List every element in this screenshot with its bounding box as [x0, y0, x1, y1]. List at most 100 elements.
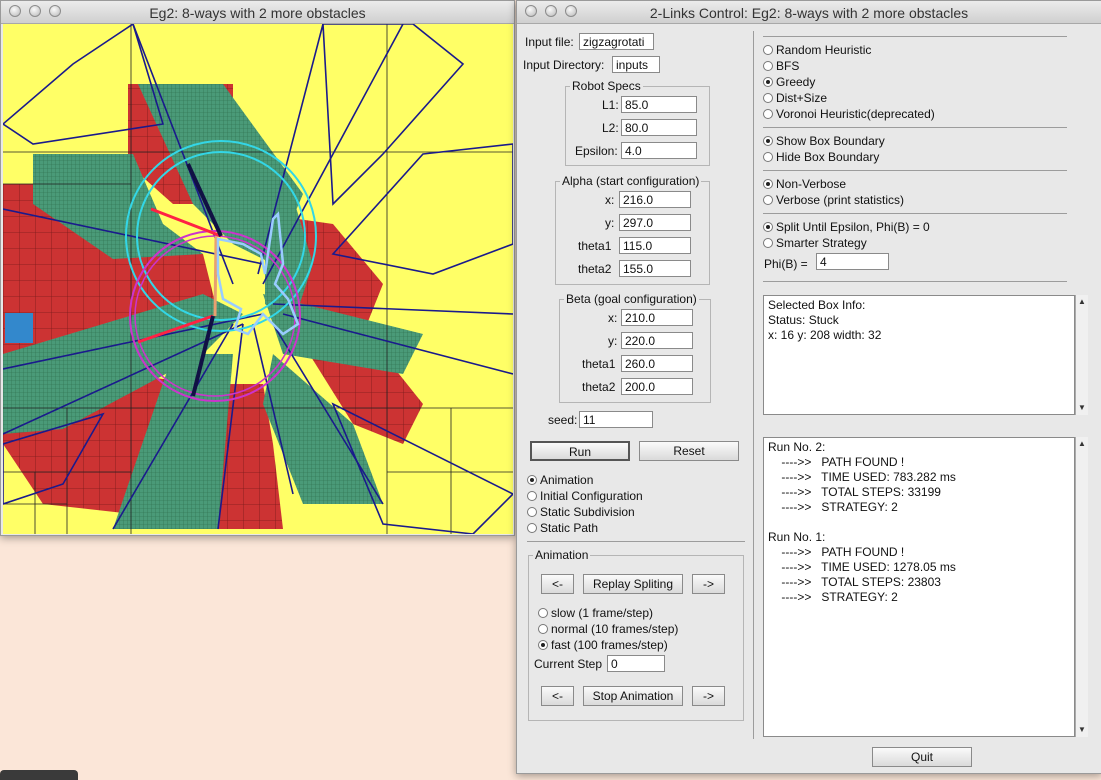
beta-theta1-label: theta1: [582, 357, 616, 371]
run-log-scrollbar[interactable]: ▲ ▼: [1075, 437, 1088, 737]
beta-y-label: y:: [608, 334, 618, 348]
radio-icon: [527, 523, 537, 533]
subdivision-titlebar: Eg2: 8-ways with 2 more obstacles: [1, 1, 514, 24]
radio-label: Static Subdivision: [540, 505, 635, 519]
radio-icon: [763, 238, 773, 248]
control-window: 2-Links Control: Eg2: 8-ways with 2 more…: [516, 0, 1101, 774]
column-divider: [753, 31, 754, 739]
stop-animation-button[interactable]: Stop Animation: [583, 686, 683, 706]
l2-label: L2:: [602, 121, 619, 135]
replay-splitting-button[interactable]: Replay Spliting: [583, 574, 683, 594]
input-dir-label: Input Directory:: [523, 58, 605, 72]
beta-theta2-field[interactable]: 200.0: [621, 378, 693, 395]
radio-label: fast (100 frames/step): [551, 638, 668, 652]
robot-specs-title: Robot Specs: [570, 79, 643, 93]
beta-theta1-field[interactable]: 260.0: [621, 355, 693, 372]
radio-selected-icon: [527, 475, 537, 485]
radio-icon: [527, 507, 537, 517]
radio-label: Voronoi Heuristic(deprecated): [776, 107, 935, 121]
epsilon-label: Epsilon:: [575, 144, 618, 158]
radio-icon: [538, 608, 548, 618]
beta-x-label: x:: [608, 311, 618, 325]
radio-icon: [763, 152, 773, 162]
divider: [763, 170, 1067, 171]
alpha-theta2-field[interactable]: 155.0: [619, 260, 691, 277]
l1-field[interactable]: 85.0: [621, 96, 697, 113]
alpha-theta1-label: theta1: [578, 239, 612, 253]
radio-label: Dist+Size: [776, 91, 828, 105]
subdivision-canvas[interactable]: [1, 22, 515, 535]
beta-theta2-label: theta2: [582, 380, 616, 394]
replay-prev-button[interactable]: <-: [541, 574, 574, 594]
radio-icon: [527, 491, 537, 501]
beta-x-field[interactable]: 210.0: [621, 309, 693, 326]
epsilon-field[interactable]: 4.0: [621, 142, 697, 159]
l1-label: L1:: [602, 98, 619, 112]
dock-edge: [0, 770, 78, 780]
animation-next-button[interactable]: ->: [692, 686, 725, 706]
seed-field[interactable]: 11: [579, 411, 653, 428]
box-info-scrollbar[interactable]: ▲ ▼: [1075, 295, 1088, 415]
subdivision-drawing: [1, 22, 515, 535]
box-info-textarea[interactable]: Selected Box Info: Status: Stuck x: 16 y…: [763, 295, 1075, 415]
animation-prev-button[interactable]: <-: [541, 686, 574, 706]
radio-selected-icon: [538, 640, 548, 650]
radio-label: Smarter Strategy: [776, 236, 867, 250]
l2-field[interactable]: 80.0: [621, 119, 697, 136]
alpha-x-label: x:: [605, 193, 615, 207]
phi-label: Phi(B) =: [764, 257, 808, 271]
radio-icon: [763, 93, 773, 103]
scroll-down-icon[interactable]: ▼: [1077, 725, 1087, 735]
radio-selected-icon: [763, 136, 773, 146]
input-file-field[interactable]: zigzagrotati: [579, 33, 654, 50]
beta-title: Beta (goal configuration): [564, 292, 699, 306]
divider: [763, 127, 1067, 128]
radio-label: Static Path: [540, 521, 599, 535]
divider: [527, 541, 745, 542]
beta-y-field[interactable]: 220.0: [621, 332, 693, 349]
run-button[interactable]: Run: [530, 441, 630, 461]
alpha-y-label: y:: [605, 216, 615, 230]
run-log-textarea[interactable]: Run No. 2: ---->> PATH FOUND ! ---->> TI…: [763, 437, 1075, 737]
radio-label: normal (10 frames/step): [551, 622, 679, 636]
alpha-title: Alpha (start configuration): [560, 174, 702, 188]
control-titlebar: 2-Links Control: Eg2: 8-ways with 2 more…: [517, 1, 1101, 24]
alpha-theta2-label: theta2: [578, 262, 612, 276]
quit-button[interactable]: Quit: [872, 747, 972, 767]
input-dir-field[interactable]: inputs: [612, 56, 660, 73]
alpha-x-field[interactable]: 216.0: [619, 191, 691, 208]
radio-label: Split Until Epsilon, Phi(B) = 0: [776, 220, 930, 234]
radio-label: Greedy: [776, 75, 816, 89]
radio-icon: [538, 624, 548, 634]
scroll-down-icon[interactable]: ▼: [1077, 403, 1087, 413]
scroll-up-icon[interactable]: ▲: [1077, 297, 1087, 307]
seed-label: seed:: [548, 413, 578, 427]
window-title: 2-Links Control: Eg2: 8-ways with 2 more…: [649, 5, 969, 21]
radio-icon: [763, 45, 773, 55]
radio-label: Random Heuristic: [776, 43, 872, 57]
replay-next-button[interactable]: ->: [692, 574, 725, 594]
radio-label: Initial Configuration: [540, 489, 643, 503]
radio-label: Verbose (print statistics): [776, 193, 905, 207]
alpha-y-field[interactable]: 297.0: [619, 214, 691, 231]
radio-label: Animation: [540, 473, 594, 487]
divider: [763, 213, 1067, 214]
current-step-label: Current Step: [534, 657, 603, 671]
divider: [763, 281, 1067, 282]
current-step-field[interactable]: 0: [607, 655, 665, 672]
input-file-label: Input file:: [525, 35, 574, 49]
radio-label: BFS: [776, 59, 800, 73]
radio-label: Hide Box Boundary: [776, 150, 880, 164]
window-title: Eg2: 8-ways with 2 more obstacles: [149, 5, 366, 21]
alpha-theta1-field[interactable]: 115.0: [619, 237, 691, 254]
radio-icon: [763, 61, 773, 71]
radio-selected-icon: [763, 179, 773, 189]
subdivision-window: Eg2: 8-ways with 2 more obstacles: [0, 0, 515, 536]
radio-icon: [763, 195, 773, 205]
scroll-up-icon[interactable]: ▲: [1077, 439, 1087, 449]
reset-button[interactable]: Reset: [639, 441, 739, 461]
radio-selected-icon: [763, 77, 773, 87]
start-box: [5, 313, 33, 343]
phi-field[interactable]: 4: [816, 253, 889, 270]
animation-title: Animation: [533, 548, 591, 562]
